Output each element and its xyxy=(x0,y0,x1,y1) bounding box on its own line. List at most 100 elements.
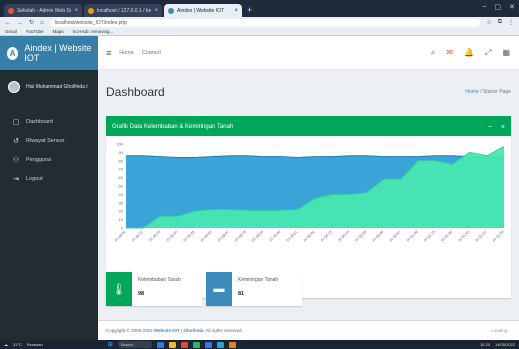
address-bar: ← → ↻ ⌂ localhost/website_IOT/index.php … xyxy=(0,17,519,28)
info-box-kelembaban: 🌡 Kelembaban Tanah 98 xyxy=(106,272,202,306)
sidebar-menu: ▢ Dashboard ↺ Riwayat Sensor ⚇ Pengguna ⇥ Lo… xyxy=(0,112,98,188)
home-icon[interactable]: ⌂ xyxy=(40,20,44,26)
hamburger-menu-icon[interactable]: ≡ xyxy=(106,48,111,58)
taskbar-app-icon[interactable] xyxy=(156,341,164,348)
system-tray: 10.20 14/05/2022 xyxy=(480,342,515,347)
tab-title: localhost / 127.0.0.1 / belajar xyxy=(97,7,152,14)
x-tick-label: 07:49:29 xyxy=(251,230,264,243)
sidebar-item-label: Dashboard xyxy=(26,118,53,125)
x-tick-label: 07:51:19 xyxy=(423,230,436,243)
nav-link-contact[interactable]: Contact xyxy=(142,50,161,56)
user-name: Hisi Muhammad Gholfinda I xyxy=(26,84,88,90)
chart-card: Grafik Data Kelembaban & Kemiringan Tana… xyxy=(106,116,511,298)
apps-grid-icon[interactable]: ▦ xyxy=(502,48,510,57)
y-tick-label: 90 xyxy=(119,150,124,155)
browser-tab-active[interactable]: Aindex | Website IOT × xyxy=(164,4,242,17)
breadcrumb-home[interactable]: Home xyxy=(465,89,478,95)
nav-link-home[interactable]: Home xyxy=(119,50,134,56)
search-icon[interactable]: ⌕ xyxy=(431,48,435,58)
taskbar-search[interactable]: Search xyxy=(117,341,152,348)
taskbar-app-icon[interactable] xyxy=(228,341,236,348)
collapse-button[interactable]: − xyxy=(488,124,492,131)
top-navbar: ≡ Home Contact ⌕ ✉ 🔔 ⤢ ▦ xyxy=(98,36,519,70)
content-header: Dashboard Home / Starter Page xyxy=(98,70,519,99)
star-icon[interactable]: ☆ xyxy=(486,19,491,26)
footer-author[interactable]: Ghofinda xyxy=(183,328,203,333)
weather-icon[interactable]: ☁ xyxy=(4,342,8,347)
extensions-icon[interactable]: ⧉ xyxy=(498,19,502,26)
sidebar-item-dashboard[interactable]: ▢ Dashboard xyxy=(0,112,98,131)
footer-rights: . All rights reserved. xyxy=(203,328,243,333)
taskbar-app-icon[interactable] xyxy=(216,341,224,348)
sidebar-item-pengguna[interactable]: ⚇ Pengguna xyxy=(0,150,98,169)
windows-start-icon[interactable]: ⊞ xyxy=(108,341,113,348)
sidebar-item-label: Logout xyxy=(26,175,43,182)
menu-icon[interactable]: ⋮ xyxy=(508,19,514,26)
taskbar-search-label: Search xyxy=(120,342,134,347)
x-tick-label: 07:48:56 xyxy=(200,230,213,243)
info-box-kemiringan: ▬ Kemiringan Tanah 81 xyxy=(206,272,302,306)
forward-icon[interactable]: → xyxy=(17,20,23,26)
footer-link[interactable]: Website IOT xyxy=(154,328,180,333)
breadcrumb: Home / Starter Page xyxy=(465,89,511,95)
favicon-icon xyxy=(88,7,94,14)
bookmark-item[interactable]: Maps xyxy=(52,29,63,34)
close-icon[interactable]: × xyxy=(234,8,238,14)
y-tick-label: 80 xyxy=(119,158,124,163)
back-icon[interactable]: ← xyxy=(5,20,11,26)
footer-copyright: Copyright © 2000-2022 xyxy=(106,328,153,333)
taskbar-app-icon[interactable] xyxy=(204,341,212,348)
screen: Sekolah - Admin Web Sekolah× localhost /… xyxy=(0,0,519,349)
remove-button[interactable]: × xyxy=(501,124,505,131)
info-box-row: 🌡 Kelembaban Tanah 98 ▬ Kemiringan Tanah 8… xyxy=(106,272,302,306)
maximize-icon[interactable]: ▢ xyxy=(495,3,502,11)
sidebar-item-label: Riwayat Sensor xyxy=(26,137,65,144)
y-tick-label: 20 xyxy=(119,209,124,214)
close-icon[interactable]: × xyxy=(154,8,158,14)
x-tick-label: 07:48:45 xyxy=(183,230,196,243)
sidebar: A Aindex | Website IOT Hisi Muhammad Gho… xyxy=(0,36,98,340)
browser-tab[interactable]: Sekolah - Admin Web Sekolah× xyxy=(4,4,82,17)
x-tick-label: 07:51:52 xyxy=(475,230,488,243)
close-icon[interactable]: × xyxy=(74,8,78,14)
notifications-icon[interactable]: 🔔 xyxy=(464,48,474,57)
x-tick-label: 07:51:30 xyxy=(440,230,453,243)
y-tick-label: 100 xyxy=(116,142,123,147)
y-tick-label: 60 xyxy=(119,175,124,180)
page-title: Dashboard xyxy=(106,85,165,99)
bookmark-item[interactable]: Sci-Hub: removing... xyxy=(72,29,113,34)
x-tick-label: 07:50:46 xyxy=(372,230,385,243)
bookmark-item[interactable]: YouTube xyxy=(26,29,44,34)
sidebar-item-label: Pengguna xyxy=(26,156,52,163)
area-chart: 010203040506070809010007:48:01 07:48:12 07… xyxy=(114,142,505,243)
navbar-tools: ⌕ ✉ 🔔 ⤢ ▦ xyxy=(431,48,519,58)
taskbar-app-icon[interactable] xyxy=(192,341,200,348)
browser-tab[interactable]: localhost / 127.0.0.1 / belajar× xyxy=(84,4,162,17)
close-window-icon[interactable]: ✕ xyxy=(509,3,515,11)
reload-icon[interactable]: ↻ xyxy=(29,19,34,26)
browser-tab-bar: Sekolah - Admin Web Sekolah× localhost /… xyxy=(0,0,519,17)
x-tick-label: 07:50:13 xyxy=(320,230,333,243)
bookmark-item[interactable]: Gmail xyxy=(5,29,17,34)
users-icon: ⚇ xyxy=(12,156,20,164)
url-input[interactable]: localhost/website_IOT/index.php xyxy=(49,18,481,27)
x-tick-label: 07:49:18 xyxy=(234,230,247,243)
taskbar-app-icon[interactable] xyxy=(168,341,176,348)
chart-card-title: Grafik Data Kelembaban & Kemiringan Tana… xyxy=(112,124,234,130)
user-panel[interactable]: Hisi Muhammad Gholfinda I xyxy=(0,70,98,104)
breadcrumb-current: Starter Page xyxy=(482,89,511,95)
sidebar-item-riwayat-sensor[interactable]: ↺ Riwayat Sensor xyxy=(0,131,98,150)
x-tick-label: 07:49:07 xyxy=(217,230,230,243)
y-tick-label: 40 xyxy=(119,192,124,197)
sidebar-item-logout[interactable]: ⇥ Logout xyxy=(0,169,98,188)
history-icon: ↺ xyxy=(13,137,19,145)
x-tick-label: 07:49:40 xyxy=(269,230,282,243)
new-tab-button[interactable]: + xyxy=(247,5,252,15)
favicon-icon xyxy=(168,7,174,14)
info-box-label: Kemiringan Tanah xyxy=(238,277,279,283)
taskbar-app-icon[interactable] xyxy=(180,341,188,348)
fullscreen-icon[interactable]: ⤢ xyxy=(485,48,491,58)
messages-icon[interactable]: ✉ xyxy=(446,48,453,57)
minimize-icon[interactable]: – xyxy=(483,3,487,11)
brand-logo[interactable]: A Aindex | Website IOT xyxy=(0,36,98,70)
